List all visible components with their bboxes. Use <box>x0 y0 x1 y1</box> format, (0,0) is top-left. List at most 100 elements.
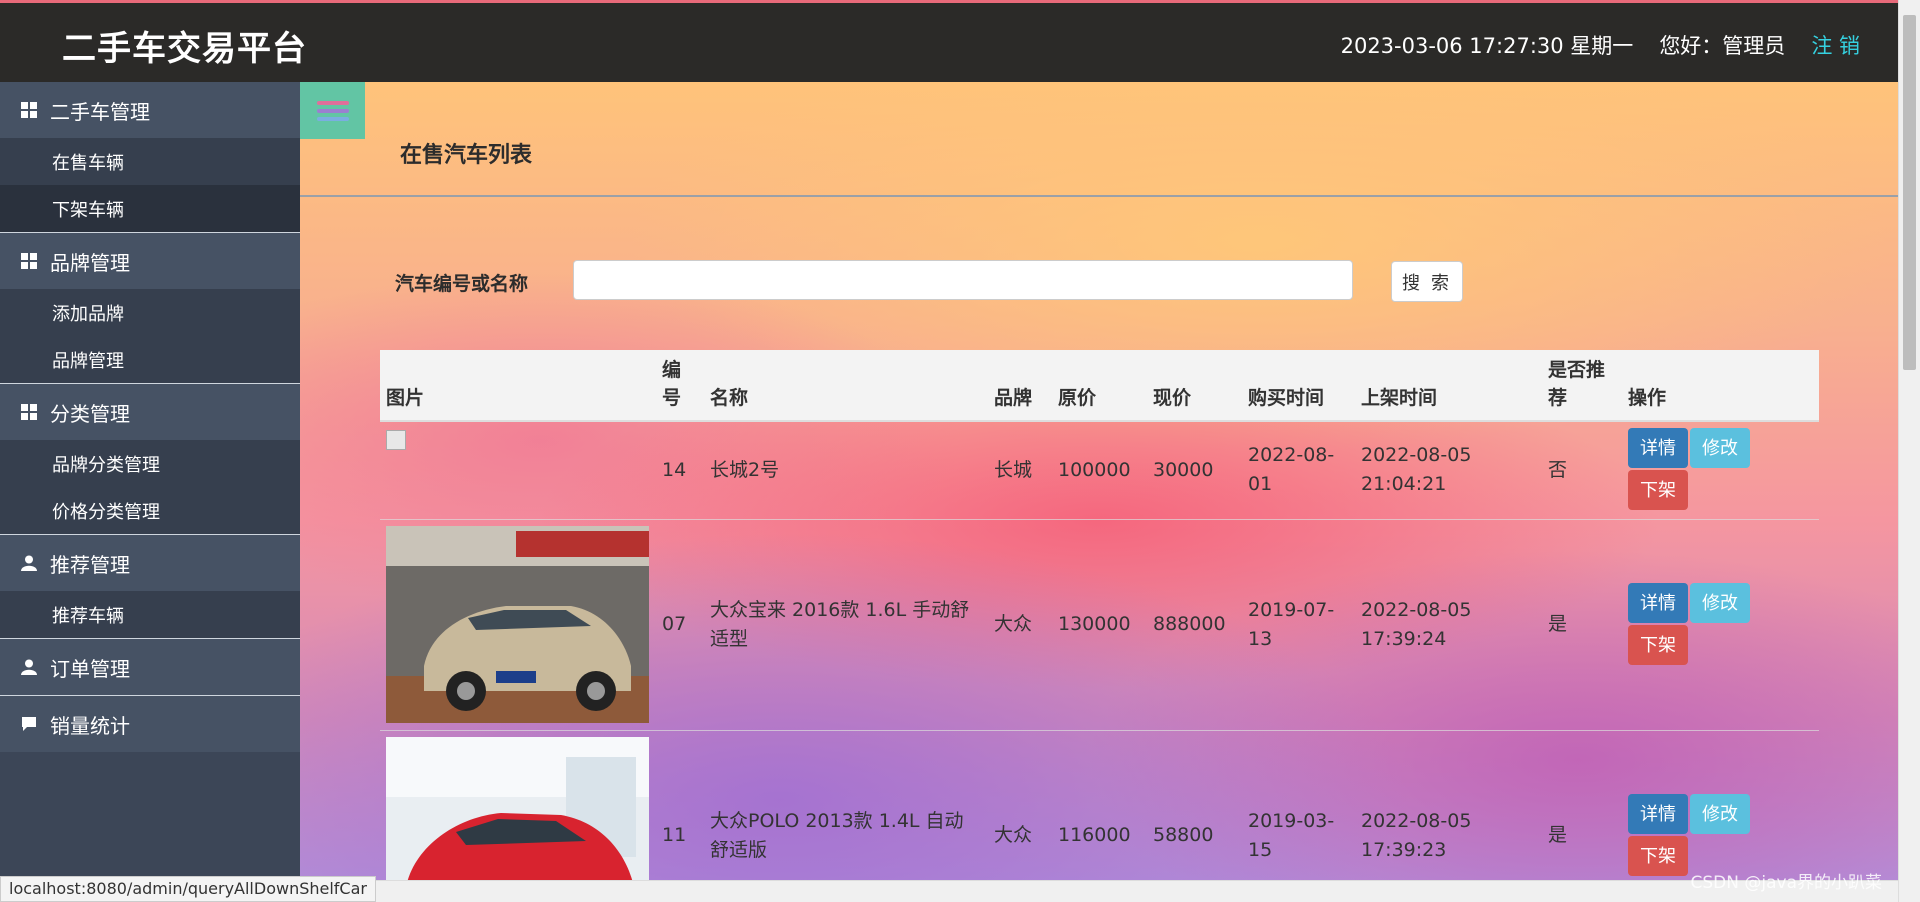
col-header-ops: 操作 <box>1622 350 1819 422</box>
menu-bar-icon <box>316 108 349 113</box>
cell-recommend: 是 <box>1542 519 1622 731</box>
sidebar-group-label: 推荐管理 <box>50 552 130 577</box>
edit-button[interactable]: 修改 <box>1690 582 1750 623</box>
vertical-scrollbar[interactable] <box>1898 0 1920 902</box>
cell-name: 长城2号 <box>704 421 988 520</box>
cell-name: 大众宝来 2016款 1.6L 手动舒适型 <box>704 519 988 731</box>
col-header-name: 名称 <box>704 350 988 422</box>
brand-title: 二手车交易平台 <box>62 29 307 69</box>
cell-ops: 详情 修改 下架 <box>1622 421 1819 520</box>
sidebar-group-orders[interactable]: 订单管理 <box>0 638 300 695</box>
sidebar-group-label: 销量统计 <box>50 713 130 738</box>
header-right: 2023-03-06 17:27:30 星期一 您好：管理员 注 销 <box>1341 30 1860 60</box>
car-photo-red-hatchback <box>386 737 649 880</box>
sidebar-group-label: 订单管理 <box>50 656 130 681</box>
table-header-row: 图片 编号 名称 品牌 原价 现价 购买时间 上架时间 是否推荐 操作 <box>380 350 1819 422</box>
page-title: 在售汽车列表 <box>400 143 533 168</box>
col-header-brand: 品牌 <box>988 350 1052 422</box>
sidebar-group-brand[interactable]: 品牌管理 <box>0 232 300 289</box>
comment-icon <box>20 715 38 733</box>
broken-image-icon <box>386 430 406 451</box>
sidebar-item-brand-category[interactable]: 品牌分类管理 <box>0 440 300 487</box>
grid-icon <box>20 252 38 270</box>
col-header-id: 编号 <box>656 350 704 422</box>
car-image-cell <box>380 421 656 520</box>
cell-brand: 大众 <box>988 730 1052 880</box>
cell-orig-price: 116000 <box>1052 730 1147 880</box>
watermark-text: CSDN @java界的小趴菜 <box>1690 873 1883 893</box>
cell-cur-price: 30000 <box>1147 421 1242 520</box>
title-divider <box>300 195 1898 197</box>
col-header-buy-date: 购买时间 <box>1242 350 1355 422</box>
col-header-shelf-time: 上架时间 <box>1355 350 1542 422</box>
sidebar-item-recommended-cars[interactable]: 推荐车辆 <box>0 591 300 638</box>
offshelf-button[interactable]: 下架 <box>1628 624 1688 665</box>
cell-recommend: 是 <box>1542 730 1622 880</box>
cell-brand: 大众 <box>988 519 1052 731</box>
menu-bar-icon <box>316 100 349 105</box>
cell-name: 大众POLO 2013款 1.4L 自动舒适版 <box>704 730 988 880</box>
user-icon <box>20 554 38 572</box>
menu-bar-icon <box>316 116 349 121</box>
sidebar-item-off-shelf[interactable]: 下架车辆 <box>0 185 300 232</box>
sidebar-group-label: 分类管理 <box>50 401 130 426</box>
cell-buy-date: 2019-03-15 <box>1242 730 1355 880</box>
cell-shelf-time: 2022-08-05 21:04:21 <box>1355 421 1542 520</box>
col-header-orig-price: 原价 <box>1052 350 1147 422</box>
cell-brand: 长城 <box>988 421 1052 520</box>
sidebar-item-add-brand[interactable]: 添加品牌 <box>0 289 300 336</box>
search-input[interactable] <box>573 260 1353 300</box>
edit-button[interactable]: 修改 <box>1690 793 1750 834</box>
browser-status-url: localhost:8080/admin/queryAllDownShelfCa… <box>0 876 376 902</box>
search-label: 汽车编号或名称 <box>395 273 529 295</box>
cell-shelf-time: 2022-08-05 17:39:24 <box>1355 519 1542 731</box>
sidebar-group-used-car[interactable]: 二手车管理 <box>0 82 300 138</box>
sidebar-group-label: 二手车管理 <box>50 99 150 124</box>
cell-id: 11 <box>656 730 704 880</box>
sidebar-item-brand-manage[interactable]: 品牌管理 <box>0 336 300 383</box>
car-image-cell <box>380 519 656 731</box>
search-button[interactable]: 搜 索 <box>1391 261 1463 302</box>
table-row: 07 大众宝来 2016款 1.6L 手动舒适型 大众 130000 88800… <box>380 519 1819 731</box>
table-row: 11 大众POLO 2013款 1.4L 自动舒适版 大众 116000 588… <box>380 730 1819 880</box>
detail-button[interactable]: 详情 <box>1628 582 1688 623</box>
cell-shelf-time: 2022-08-05 17:39:23 <box>1355 730 1542 880</box>
edit-button[interactable]: 修改 <box>1690 428 1750 469</box>
sidebar-item-price-category[interactable]: 价格分类管理 <box>0 487 300 534</box>
menu-toggle-button[interactable] <box>300 82 365 139</box>
app-header: 二手车交易平台 2023-03-06 17:27:30 星期一 您好：管理员 注… <box>0 3 1898 82</box>
cell-orig-price: 130000 <box>1052 519 1147 731</box>
horizontal-scrollbar[interactable] <box>300 880 1898 902</box>
car-table: 图片 编号 名称 品牌 原价 现价 购买时间 上架时间 是否推荐 操作 14 长… <box>380 350 1819 880</box>
cell-buy-date: 2022-08-01 <box>1242 421 1355 520</box>
cell-ops: 详情 修改 下架 <box>1622 730 1819 880</box>
user-greeting: 您好：管理员 <box>1659 34 1786 58</box>
cell-recommend: 否 <box>1542 421 1622 520</box>
main-content: 在售汽车列表 汽车编号或名称 搜 索 图片 编号 名称 品牌 原价 现价 购买时… <box>300 82 1898 880</box>
car-image-cell <box>380 730 656 880</box>
detail-button[interactable]: 详情 <box>1628 428 1688 469</box>
grid-icon <box>20 101 38 119</box>
col-header-recommend: 是否推荐 <box>1542 350 1622 422</box>
logout-link[interactable]: 注 销 <box>1811 30 1860 60</box>
offshelf-button[interactable]: 下架 <box>1628 470 1688 511</box>
sidebar-group-recommend[interactable]: 推荐管理 <box>0 534 300 591</box>
scrollbar-thumb[interactable] <box>1903 15 1916 370</box>
detail-button[interactable]: 详情 <box>1628 793 1688 834</box>
cell-id: 07 <box>656 519 704 731</box>
col-header-image: 图片 <box>380 350 656 422</box>
sidebar-group-sales-stats[interactable]: 销量统计 <box>0 695 300 752</box>
sidebar-group-label: 品牌管理 <box>50 250 130 275</box>
cell-cur-price: 888000 <box>1147 519 1242 731</box>
datetime-display: 2023-03-06 17:27:30 星期一 <box>1340 34 1634 58</box>
col-header-cur-price: 现价 <box>1147 350 1242 422</box>
sidebar-item-on-sale[interactable]: 在售车辆 <box>0 138 300 185</box>
user-icon <box>20 658 38 676</box>
table-row: 14 长城2号 长城 100000 30000 2022-08-01 2022-… <box>380 421 1819 520</box>
sidebar-group-category[interactable]: 分类管理 <box>0 383 300 440</box>
offshelf-button[interactable]: 下架 <box>1628 835 1688 876</box>
sidebar: 二手车管理 在售车辆 下架车辆 品牌管理 添加品牌 品牌管理 分类管理 品牌分类… <box>0 82 300 902</box>
cell-id: 14 <box>656 421 704 520</box>
cell-buy-date: 2019-07-13 <box>1242 519 1355 731</box>
cell-cur-price: 58800 <box>1147 730 1242 880</box>
